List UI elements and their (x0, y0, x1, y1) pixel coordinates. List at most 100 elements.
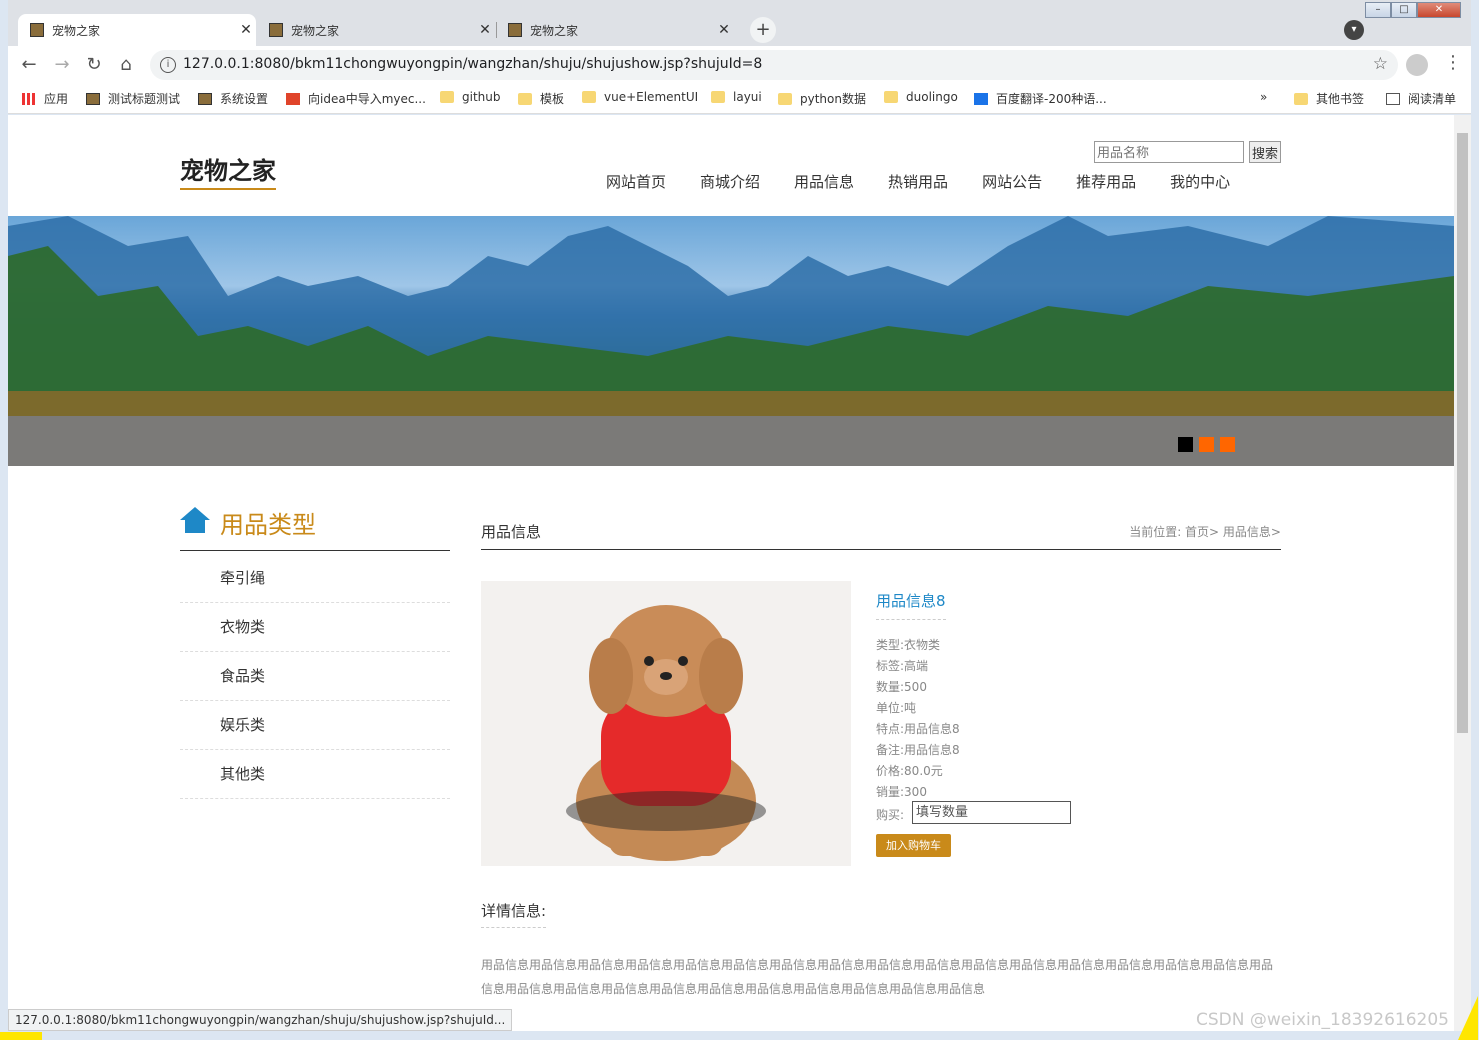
product-field: 标签:高端 (876, 659, 929, 673)
folder-icon (884, 91, 898, 103)
reading-list-icon (1386, 92, 1400, 105)
site-logo[interactable]: 宠物之家 (180, 151, 276, 190)
category-item[interactable]: 牵引绳 (180, 554, 450, 603)
home-nav-icon[interactable]: ⌂ (115, 54, 137, 76)
page-scrollbar[interactable] (1454, 115, 1471, 1031)
bookmark-item[interactable]: github (440, 90, 500, 104)
bookmark-item[interactable]: 测试标题测试 (86, 90, 180, 107)
bookmark-item[interactable]: layui (711, 90, 762, 104)
nav-about[interactable]: 商城介绍 (700, 171, 760, 192)
category-item[interactable]: 衣物类 (180, 603, 450, 652)
tab-title: 宠物之家 (52, 23, 101, 38)
product-field: 类型:衣物类 (876, 638, 941, 652)
more-bookmarks-button[interactable]: » (1260, 90, 1267, 104)
bookmark-item[interactable]: 百度翻译-200种语... (974, 90, 1107, 107)
nav-products[interactable]: 用品信息 (794, 171, 854, 192)
carousel-indicators (1178, 437, 1241, 452)
category-item[interactable]: 娱乐类 (180, 701, 450, 750)
content-header: 用品信息 当前位置: 首页> 用品信息> (481, 515, 1281, 550)
folder-icon (582, 91, 596, 103)
reload-icon[interactable]: ↻ (83, 54, 105, 76)
bookmark-star-icon[interactable]: ☆ (1373, 54, 1388, 74)
nav-my-center[interactable]: 我的中心 (1170, 171, 1230, 192)
product-name: 用品信息8 (876, 590, 946, 620)
product-field: 价格:80.0元 (876, 764, 943, 778)
back-icon[interactable]: ← (18, 54, 40, 76)
close-window-button[interactable]: ✕ (1417, 2, 1461, 18)
nav-hot[interactable]: 热销用品 (888, 171, 948, 192)
favicon-icon (269, 23, 283, 37)
add-to-cart-button[interactable]: 加入购物车 (876, 834, 951, 857)
nav-notice[interactable]: 网站公告 (982, 171, 1042, 192)
nav-home[interactable]: 网站首页 (606, 171, 666, 192)
bookmark-item[interactable]: 模板 (518, 90, 564, 107)
bookmarks-bar: 应用 测试标题测试 系统设置 向idea中导入myec... github 模板… (8, 84, 1471, 114)
forward-icon[interactable]: → (51, 54, 73, 76)
section-title: 用品信息 (481, 523, 542, 541)
bookmark-item[interactable]: python数据 (778, 90, 866, 107)
bookmark-item[interactable]: 系统设置 (198, 90, 268, 107)
bookmark-item[interactable]: vue+ElementUI (582, 90, 698, 104)
translate-icon (974, 92, 988, 105)
address-bar[interactable]: i 127.0.0.1:8080/bkm11chongwuyongpin/wan… (150, 50, 1398, 80)
carousel-dot-2[interactable] (1199, 437, 1214, 452)
favicon-icon (508, 23, 522, 37)
tab-2[interactable]: 宠物之家 ✕ (257, 14, 495, 46)
tab-title: 宠物之家 (530, 23, 579, 38)
carousel-dot-3[interactable] (1220, 437, 1235, 452)
browser-toolbar: ← → ↻ ⌂ i 127.0.0.1:8080/bkm11chongwuyon… (8, 46, 1471, 84)
new-tab-button[interactable]: + (750, 17, 776, 43)
menu-icon[interactable]: ⋮ (1444, 52, 1462, 73)
favicon-icon (30, 23, 44, 37)
bookmark-reading-list[interactable]: 阅读清单 (1386, 90, 1456, 107)
favicon-icon (286, 92, 300, 105)
buy-label: 购买: (876, 808, 905, 822)
quantity-input[interactable]: 填写数量 (912, 801, 1071, 824)
bookmark-item[interactable]: 向idea中导入myec... (286, 90, 426, 107)
product-field: 特点:用品信息8 (876, 722, 960, 736)
bookmark-apps[interactable]: 应用 (22, 90, 68, 107)
sidebar-header: 用品类型 (180, 505, 450, 551)
detail-text: 用品信息用品信息用品信息用品信息用品信息用品信息用品信息用品信息用品信息用品信息… (481, 958, 1274, 996)
page-viewport: 宠物之家 搜索 网站首页 商城介绍 用品信息 热销用品 网站公告 推荐用品 我的… (8, 115, 1454, 1031)
tab-3[interactable]: 宠物之家 ✕ (496, 14, 734, 46)
category-item[interactable]: 其他类 (180, 750, 450, 799)
main-nav: 网站首页 商城介绍 用品信息 热销用品 网站公告 推荐用品 我的中心 (606, 171, 1264, 192)
carousel-dot-1[interactable] (1178, 437, 1193, 452)
category-item[interactable]: 食品类 (180, 652, 450, 701)
account-icon[interactable] (1406, 54, 1428, 76)
folder-icon (778, 92, 792, 105)
close-icon[interactable]: ✕ (475, 22, 495, 38)
product-field: 数量:500 (876, 680, 927, 694)
close-icon[interactable]: ✕ (236, 22, 256, 38)
tab-search-icon[interactable]: ▾ (1344, 20, 1364, 40)
tab-1[interactable]: 宠物之家 ✕ (18, 14, 256, 46)
breadcrumb[interactable]: 当前位置: 首页> 用品信息> (1129, 523, 1281, 540)
detail-title: 详情信息: (481, 900, 547, 928)
sidebar-title: 用品类型 (220, 511, 316, 539)
bookmark-item[interactable]: duolingo (884, 90, 958, 104)
tab-title: 宠物之家 (291, 23, 340, 38)
url-text: 127.0.0.1:8080/bkm11chongwuyongpin/wangz… (183, 56, 763, 72)
bookmark-other[interactable]: 其他书签 (1294, 90, 1364, 107)
search-input[interactable] (1094, 141, 1244, 163)
nav-recommend[interactable]: 推荐用品 (1076, 171, 1136, 192)
scrollbar-thumb[interactable] (1457, 133, 1468, 733)
product-field: 备注:用品信息8 (876, 743, 960, 757)
home-icon (180, 507, 210, 535)
apps-icon (22, 92, 36, 105)
corner-marker (0, 1032, 42, 1040)
close-icon[interactable]: ✕ (714, 22, 734, 38)
minimize-button[interactable]: – (1365, 2, 1391, 18)
product-image (481, 581, 851, 866)
tab-strip: 宠物之家 ✕ 宠物之家 ✕ 宠物之家 ✕ + ▾ – □ ✕ (8, 0, 1471, 46)
folder-icon (440, 91, 454, 103)
window-controls: – □ ✕ (1365, 2, 1461, 18)
search-button[interactable]: 搜索 (1249, 141, 1281, 163)
folder-icon (711, 91, 725, 103)
maximize-button[interactable]: □ (1391, 2, 1417, 18)
corner-marker (1458, 996, 1478, 1040)
status-bar: 127.0.0.1:8080/bkm11chongwuyongpin/wangz… (8, 1009, 513, 1031)
folder-icon (1294, 92, 1308, 105)
info-icon[interactable]: i (160, 57, 176, 73)
